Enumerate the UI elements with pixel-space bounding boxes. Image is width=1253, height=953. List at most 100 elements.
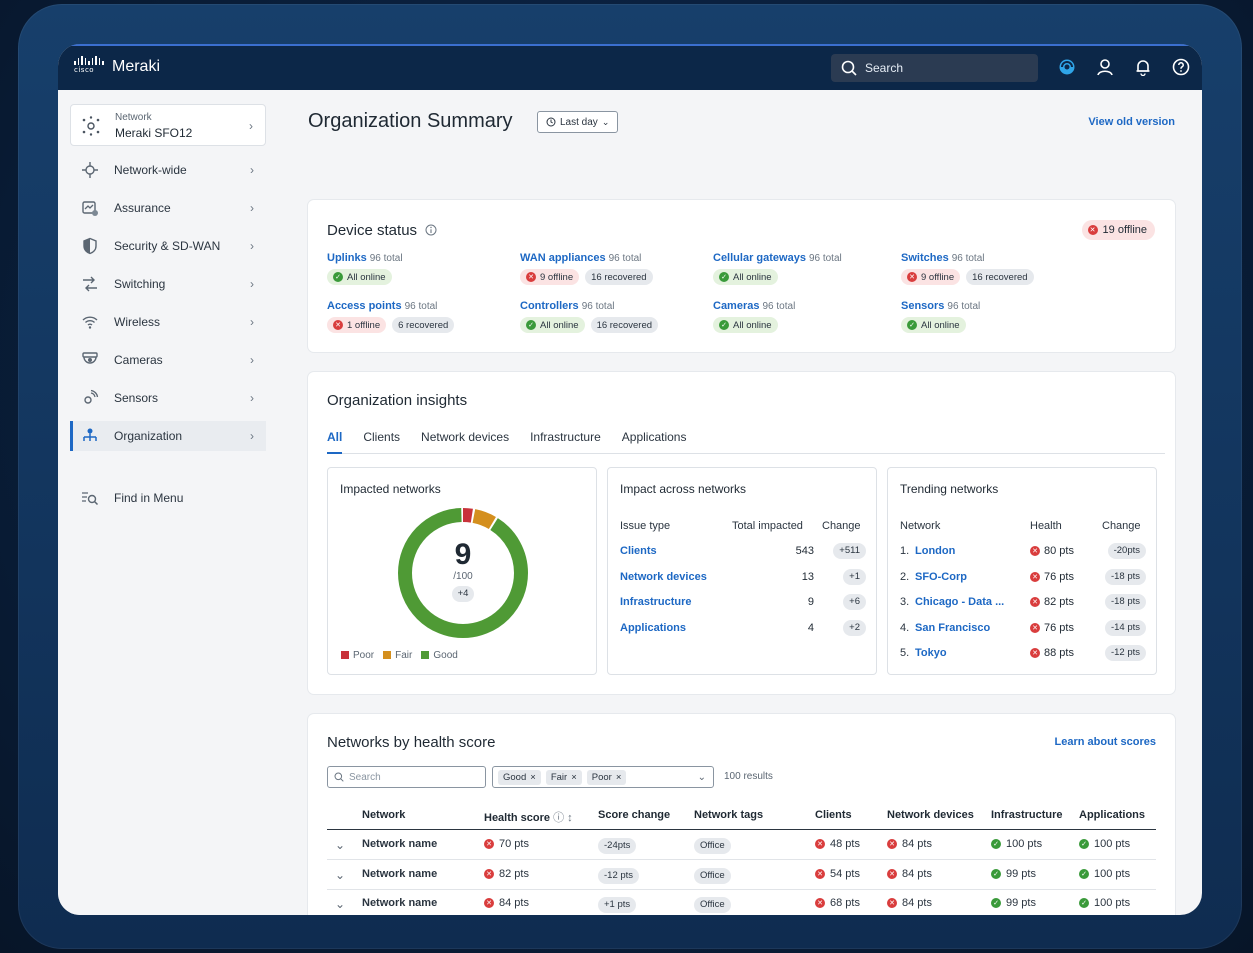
- device-type-link[interactable]: WAN appliances: [520, 252, 606, 264]
- chevron-down-icon[interactable]: ⌄: [335, 897, 345, 911]
- view-old-version-link[interactable]: View old version: [1088, 116, 1175, 128]
- col-network: Network: [900, 520, 941, 532]
- status-pill[interactable]: ✓ All online: [713, 317, 778, 333]
- close-icon[interactable]: ×: [616, 772, 622, 783]
- health-filter-select[interactable]: Good × Fair × Poor × ⌄: [492, 766, 714, 788]
- filter-chip-good[interactable]: Good ×: [498, 769, 541, 785]
- network-name-link[interactable]: Network name: [362, 897, 437, 909]
- filter-chip-fair[interactable]: Fair ×: [545, 769, 582, 785]
- filter-chip-poor[interactable]: Poor ×: [586, 769, 627, 785]
- status-pill[interactable]: ✕ 1 offline: [327, 317, 387, 333]
- find-in-menu[interactable]: Find in Menu: [70, 483, 266, 513]
- status-pill[interactable]: ✕ 9 offline: [901, 269, 961, 285]
- issue-type-link[interactable]: Network devices: [620, 571, 707, 583]
- table-row[interactable]: ⌄ Network name ✕ 70 pts -24pts Office ✕ 48 pts ✕…: [327, 831, 1156, 860]
- chevron-right-icon: ›: [250, 239, 254, 253]
- clients-score-cell: ✕ 48 pts: [815, 838, 860, 850]
- col-health-score[interactable]: Health score ⓘ ↕: [484, 809, 573, 825]
- device-type-link[interactable]: Cameras: [713, 300, 759, 312]
- trending-network-link[interactable]: London: [915, 545, 955, 557]
- cisco-logo-icon: cisco: [74, 56, 104, 78]
- sidebar-item-assurance[interactable]: Assurance ›: [70, 193, 266, 223]
- sort-icon[interactable]: ↕: [567, 812, 573, 824]
- networks-search-input[interactable]: Search: [327, 766, 486, 788]
- close-icon[interactable]: ×: [530, 772, 536, 783]
- status-pill[interactable]: ✓ All online: [520, 317, 585, 333]
- status-pill[interactable]: 6 recovered: [392, 317, 455, 333]
- trending-network-link[interactable]: Tokyo: [915, 647, 947, 659]
- period-dropdown[interactable]: Last day ⌄: [537, 111, 619, 133]
- issue-type-link[interactable]: Infrastructure: [620, 596, 692, 608]
- health-score-value: 82 pts: [499, 867, 529, 880]
- close-icon[interactable]: ×: [571, 772, 577, 783]
- tab-clients[interactable]: Clients: [363, 428, 400, 454]
- help-icon[interactable]: [1172, 58, 1190, 76]
- tab-all[interactable]: All: [327, 428, 343, 454]
- col-score-change[interactable]: Score change: [598, 809, 670, 821]
- network-tags-cell: Office: [694, 897, 731, 913]
- sidebar-item-switching[interactable]: Switching ›: [70, 269, 266, 299]
- status-pill[interactable]: 16 recovered: [585, 269, 653, 285]
- sidebar-item-organization[interactable]: Organization ›: [70, 421, 266, 451]
- global-search[interactable]: Search: [831, 54, 1038, 82]
- network-tag[interactable]: Office: [694, 897, 731, 913]
- table-row[interactable]: ⌄ Network name ✕ 82 pts -12 pts Office ✕ 54 pts…: [327, 861, 1156, 890]
- network-tag[interactable]: Office: [694, 838, 731, 854]
- col-network[interactable]: Network: [362, 809, 405, 821]
- user-icon[interactable]: [1096, 58, 1114, 76]
- status-pill[interactable]: ✕ 9 offline: [520, 269, 580, 285]
- network-name-link[interactable]: Network name: [362, 838, 437, 850]
- info-icon[interactable]: [425, 224, 437, 236]
- col-applications[interactable]: Applications: [1079, 809, 1145, 821]
- status-pill[interactable]: ✓ All online: [713, 269, 778, 285]
- device-type-link[interactable]: Controllers: [520, 300, 579, 312]
- sidebar-item-security[interactable]: Security & SD-WAN ›: [70, 231, 266, 261]
- webex-icon[interactable]: [1058, 58, 1076, 76]
- bell-icon[interactable]: [1134, 58, 1152, 77]
- trending-change: -18 pts: [1104, 568, 1146, 585]
- trending-network-link[interactable]: Chicago - Data ...: [915, 596, 1004, 608]
- offline-badge[interactable]: ✕ 19 offline: [1081, 220, 1155, 240]
- tab-network-devices[interactable]: Network devices: [421, 428, 509, 454]
- network-tag[interactable]: Office: [694, 867, 731, 884]
- issue-type-link[interactable]: Clients: [620, 545, 657, 557]
- device-type-link[interactable]: Cellular gateways: [713, 252, 806, 264]
- device-status-item: Switches 96 total ✕ 9 offline 16 recovered: [901, 252, 1034, 285]
- status-pill[interactable]: 16 recovered: [966, 269, 1034, 285]
- table-row[interactable]: ⌄ Network name ✕ 84 pts +1 pts Office ✕ 68 pts ✕…: [327, 890, 1156, 915]
- tab-infrastructure[interactable]: Infrastructure: [530, 428, 601, 454]
- col-clients[interactable]: Clients: [815, 809, 852, 821]
- device-type-link[interactable]: Switches: [901, 252, 949, 264]
- filter-chip-good-label: Good: [503, 771, 527, 783]
- error-icon: ✕: [1030, 622, 1040, 633]
- col-network-tags[interactable]: Network tags: [694, 809, 763, 821]
- device-type-link[interactable]: Uplinks: [327, 252, 367, 264]
- col-network-devices[interactable]: Network devices: [887, 809, 974, 821]
- device-type-link[interactable]: Access points: [327, 300, 402, 312]
- sidebar-item-sensors[interactable]: Sensors ›: [70, 383, 266, 413]
- chevron-down-icon[interactable]: ⌄: [335, 868, 345, 882]
- status-pill[interactable]: ✓ All online: [327, 269, 392, 285]
- trending-network-link[interactable]: SFO-Corp: [915, 571, 967, 583]
- col-infrastructure[interactable]: Infrastructure: [991, 809, 1063, 821]
- status-pill[interactable]: ✓ All online: [901, 317, 966, 333]
- device-status-pills: ✕ 1 offline 6 recovered: [327, 317, 455, 333]
- issue-type-link[interactable]: Applications: [620, 622, 686, 634]
- info-icon[interactable]: ⓘ: [553, 812, 564, 824]
- brand-logo[interactable]: cisco Meraki: [74, 56, 160, 78]
- sidebar-item-wireless[interactable]: Wireless ›: [70, 307, 266, 337]
- network-name-link[interactable]: Network name: [362, 868, 437, 880]
- learn-scores-link[interactable]: Learn about scores: [1055, 736, 1156, 748]
- trending-network-link[interactable]: San Francisco: [915, 622, 990, 634]
- sidebar-item-label: Wireless: [114, 315, 161, 329]
- status-pill-text: All online: [347, 271, 386, 283]
- network-selector[interactable]: Network Meraki SFO12 ›: [70, 104, 266, 146]
- chevron-down-icon[interactable]: ⌄: [335, 838, 345, 852]
- sidebar-item-cameras[interactable]: Cameras ›: [70, 345, 266, 375]
- error-icon: ✕: [887, 898, 897, 908]
- error-icon: ✕: [815, 839, 825, 849]
- tab-applications[interactable]: Applications: [622, 428, 687, 454]
- sidebar-item-network-wide[interactable]: Network-wide ›: [70, 155, 266, 185]
- device-type-link[interactable]: Sensors: [901, 300, 944, 312]
- status-pill[interactable]: 16 recovered: [590, 317, 659, 333]
